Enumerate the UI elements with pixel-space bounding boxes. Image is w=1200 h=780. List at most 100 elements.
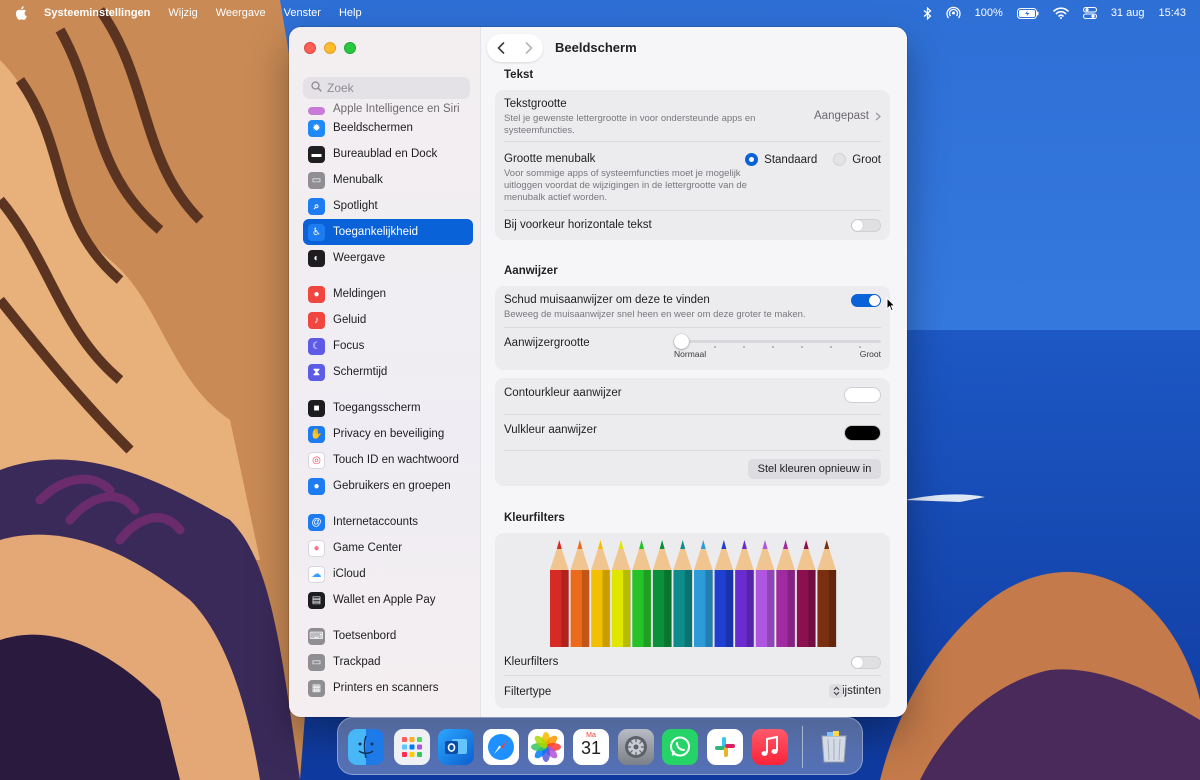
pencil xyxy=(611,540,631,647)
contourkleur-label: Contourkleur aanwijzer xyxy=(504,387,622,399)
wifi-icon[interactable] xyxy=(1053,7,1069,19)
appearance-icon: ◐ xyxy=(308,249,325,267)
pencil xyxy=(591,540,611,647)
sidebar-item-gebruikers-en-groepen[interactable]: ● Gebruikers en groepen xyxy=(303,473,473,499)
slider-track xyxy=(674,340,881,343)
sidebar-item-icloud[interactable]: ☁ iCloud xyxy=(303,561,473,587)
menubar-time[interactable]: 15:43 xyxy=(1158,7,1186,19)
airdrop-icon[interactable] xyxy=(946,6,961,20)
toolbar: Beeldscherm xyxy=(481,27,907,67)
battery-percentage: 100% xyxy=(974,7,1003,19)
trash-icon[interactable] xyxy=(816,729,852,765)
tekstgrootte-value-control[interactable]: Aangepast xyxy=(814,110,881,122)
whatsapp-icon[interactable] xyxy=(662,729,698,765)
back-button[interactable] xyxy=(487,34,515,62)
divider xyxy=(504,450,881,451)
accessibility-icon: ♿ xyxy=(308,223,325,241)
kleurfilters-toggle[interactable] xyxy=(851,656,881,669)
horizontale-tekst-toggle[interactable] xyxy=(851,219,881,232)
launchpad-icon[interactable] xyxy=(394,729,430,765)
cloud-icon: ☁ xyxy=(308,565,325,583)
search-field[interactable] xyxy=(303,77,470,99)
sidebar-item-weergave[interactable]: ◐ Weergave xyxy=(303,245,473,271)
photos-icon[interactable] xyxy=(528,729,564,765)
menubar-date[interactable]: 31 aug xyxy=(1111,7,1145,19)
sidebar-item-internetaccounts[interactable]: @ Internetaccounts xyxy=(303,509,473,535)
sidebar-item-touch-id-en-wachtwoord[interactable]: ◎ Touch ID en wachtwoord xyxy=(303,447,473,473)
row-tekstgrootte[interactable]: Tekstgrootte Stel je gewenste lettergroo… xyxy=(504,98,881,137)
sidebar-item-toegangsscherm[interactable]: ■ Toegangsscherm xyxy=(303,395,473,421)
page-title: Beeldscherm xyxy=(555,40,637,55)
pencil xyxy=(714,540,734,647)
sidebar-item-focus[interactable]: ☾ Focus xyxy=(303,333,473,359)
radio-standaard[interactable]: Standaard xyxy=(745,153,817,166)
radio-groot[interactable]: Groot xyxy=(833,153,881,166)
sidebar-item-bureaublad-en-dock[interactable]: ▬ Bureaublad en Dock xyxy=(303,141,473,167)
bell-icon: ● xyxy=(308,285,325,303)
vulkleur-color-well[interactable] xyxy=(844,425,881,441)
divider xyxy=(504,414,881,415)
calendar-icon[interactable]: Ma 31 xyxy=(573,729,609,765)
chevron-left-icon xyxy=(497,42,505,54)
menu-app-name[interactable]: Systeeminstellingen xyxy=(44,7,150,19)
bluetooth-icon[interactable] xyxy=(923,6,932,20)
close-button[interactable] xyxy=(304,42,316,54)
dock-icon: ▬ xyxy=(308,145,325,163)
sidebar-item-menubalk[interactable]: ▭ Menubalk xyxy=(303,167,473,193)
sidebar-item-game-center[interactable]: ● Game Center xyxy=(303,535,473,561)
sidebar-item-label: Printers en scanners xyxy=(333,682,439,694)
safari-icon[interactable] xyxy=(483,729,519,765)
navigation-buttons xyxy=(487,34,543,62)
sidebar-item-label: Geluid xyxy=(333,314,367,326)
schud-muisaanwijzer-toggle[interactable] xyxy=(851,294,881,307)
sidebar-item-trackpad[interactable]: ▭ Trackpad xyxy=(303,649,473,675)
sidebar-item-meldingen[interactable]: ● Meldingen xyxy=(303,281,473,307)
dock-separator xyxy=(802,726,803,768)
sidebar-item-schermtijd[interactable]: ⧗ Schermtijd xyxy=(303,359,473,385)
apple-logo-icon[interactable] xyxy=(14,5,28,21)
sidebar-item-toegankelijkheid[interactable]: ♿ Toegankelijkheid xyxy=(303,219,473,245)
sidebar-item-wallet-en-apple-pay[interactable]: ▤ Wallet en Apple Pay xyxy=(303,587,473,613)
sidebar-item-label: iCloud xyxy=(333,568,366,580)
row-aanwijzergrootte: Aanwijzergrootte Normaal Groot xyxy=(504,334,881,367)
menu-venster[interactable]: Venster xyxy=(284,7,321,19)
search-input[interactable] xyxy=(327,81,457,95)
sidebar-item-geluid[interactable]: ♪ Geluid xyxy=(303,307,473,333)
sidebar-item-apple-intelligence[interactable]: Apple Intelligence en Siri xyxy=(303,99,473,115)
slack-icon[interactable] xyxy=(707,729,743,765)
reset-colors-button[interactable]: Stel kleuren opnieuw in xyxy=(748,459,881,479)
divider xyxy=(504,210,881,211)
menu-help[interactable]: Help xyxy=(339,7,362,19)
forward-button[interactable] xyxy=(515,34,543,62)
filtertype-popup[interactable]: Grijstinten xyxy=(829,684,881,698)
battery-icon[interactable] xyxy=(1016,7,1039,19)
slider-tick xyxy=(801,346,803,348)
chevron-right-icon xyxy=(875,112,881,120)
menu-weergave[interactable]: Weergave xyxy=(216,7,266,19)
sidebar-item-beeldschermen[interactable]: ✹ Beeldschermen xyxy=(303,115,473,141)
zoom-button[interactable] xyxy=(344,42,356,54)
control-center-icon[interactable] xyxy=(1082,7,1097,19)
system-settings-icon[interactable] xyxy=(618,729,654,765)
pencil xyxy=(776,540,796,647)
menu-wijzig[interactable]: Wijzig xyxy=(168,7,197,19)
divider xyxy=(504,327,881,328)
sidebar-item-printers-en-scanners[interactable]: ▦ Printers en scanners xyxy=(303,675,473,701)
contourkleur-color-well[interactable] xyxy=(844,387,881,403)
music-icon[interactable] xyxy=(752,729,788,765)
section-title-tekst: Tekst xyxy=(504,69,534,81)
sidebar-item-privacy-en-beveiliging[interactable]: ✋ Privacy en beveiliging xyxy=(303,421,473,447)
sidebar-item-label: Privacy en beveiliging xyxy=(333,428,445,440)
slider-knob[interactable] xyxy=(674,334,689,349)
aanwijzergrootte-slider[interactable]: Normaal Groot xyxy=(674,334,881,363)
settings-window: Apple Intelligence en Siri ✹ Beeldscherme… xyxy=(289,27,907,717)
minimize-button[interactable] xyxy=(324,42,336,54)
sidebar-item-toetsenbord[interactable]: ⌨ Toetsenbord xyxy=(303,623,473,649)
finder-icon[interactable] xyxy=(348,729,384,765)
hourglass-icon: ⧗ xyxy=(308,363,325,381)
sidebar-item-spotlight[interactable]: ⌕ Spotlight xyxy=(303,193,473,219)
fingerprint-icon: ◎ xyxy=(308,451,325,469)
outlook-icon[interactable] xyxy=(438,729,474,765)
